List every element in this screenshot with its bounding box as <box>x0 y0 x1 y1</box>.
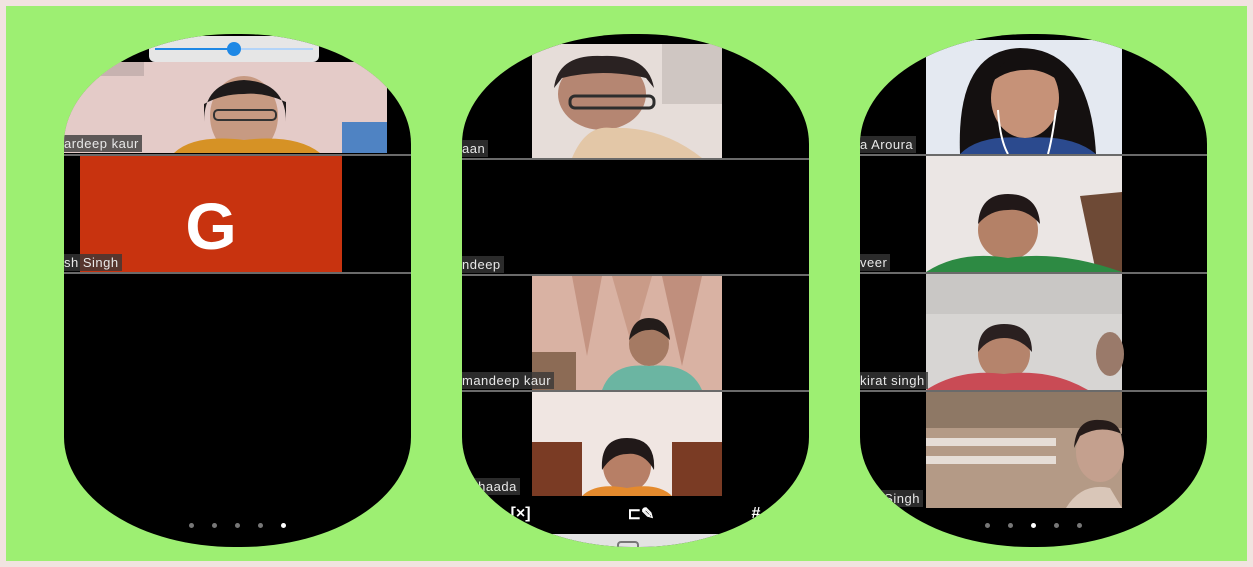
participant-tile[interactable]: a Aroura <box>860 40 1207 154</box>
home-button-icon[interactable] <box>617 541 639 547</box>
participant-name: veer <box>860 254 891 271</box>
page-dot[interactable] <box>985 523 990 528</box>
participant-tile[interactable]: G sh Singh <box>64 156 411 272</box>
phone-screen-2: aan ndeep mandeep kaur Achaada [×] ⊏✎ # <box>462 34 809 547</box>
annotate-icon[interactable]: ⊏✎ <box>628 504 655 524</box>
page-dot[interactable] <box>1031 523 1036 528</box>
tile-divider <box>64 272 411 274</box>
page-dot[interactable] <box>189 523 194 528</box>
participant-tile[interactable]: irat Singh <box>860 392 1207 508</box>
participant-name: ndeep <box>462 256 504 273</box>
participant-tile[interactable]: ndeep <box>462 160 809 274</box>
phone-screen-3: a Aroura veer kirat singh irat Singh <box>860 34 1207 547</box>
participant-tile[interactable]: Achaada <box>462 392 809 496</box>
slider-knob[interactable] <box>227 42 241 56</box>
page-dot[interactable] <box>235 523 240 528</box>
participant-tile[interactable]: aan <box>462 44 809 158</box>
page-indicator[interactable] <box>860 515 1207 533</box>
participant-name: a Aroura <box>860 136 917 153</box>
participant-name: sh Singh <box>64 254 122 271</box>
screen-share-icon[interactable]: [×] <box>511 505 531 523</box>
participant-name: ardeep kaur <box>64 135 142 152</box>
page-dot[interactable] <box>258 523 263 528</box>
page-dot[interactable] <box>281 523 286 528</box>
volume-slider[interactable] <box>149 36 319 62</box>
participant-name: mandeep kaur <box>462 372 555 389</box>
page-dot[interactable] <box>1054 523 1059 528</box>
page-dot[interactable] <box>212 523 217 528</box>
phone-screen-1: ardeep kaur G sh Singh <box>64 34 411 547</box>
page-dot[interactable] <box>1077 523 1082 528</box>
collage-background: ardeep kaur G sh Singh aan ndeep mandeep… <box>6 6 1247 561</box>
meeting-toolbar: [×] ⊏✎ # <box>462 497 809 531</box>
participant-tile[interactable]: kirat singh <box>860 274 1207 390</box>
participant-tile[interactable]: veer <box>860 156 1207 272</box>
slider-fill <box>155 48 234 50</box>
page-indicator[interactable] <box>64 515 411 533</box>
page-dot[interactable] <box>1008 523 1013 528</box>
participant-tile[interactable]: ardeep kaur <box>64 62 387 153</box>
participant-name: irat Singh <box>860 490 923 507</box>
participant-video <box>532 44 722 158</box>
participant-name: Achaada <box>462 478 520 495</box>
avatar-initial: G <box>185 189 237 263</box>
participant-tile[interactable]: mandeep kaur <box>462 276 809 390</box>
hash-icon[interactable]: # <box>752 505 761 523</box>
navigation-bar <box>462 534 809 547</box>
participant-video <box>926 156 1122 272</box>
participant-name: aan <box>462 140 489 157</box>
participant-name: kirat singh <box>860 372 928 389</box>
